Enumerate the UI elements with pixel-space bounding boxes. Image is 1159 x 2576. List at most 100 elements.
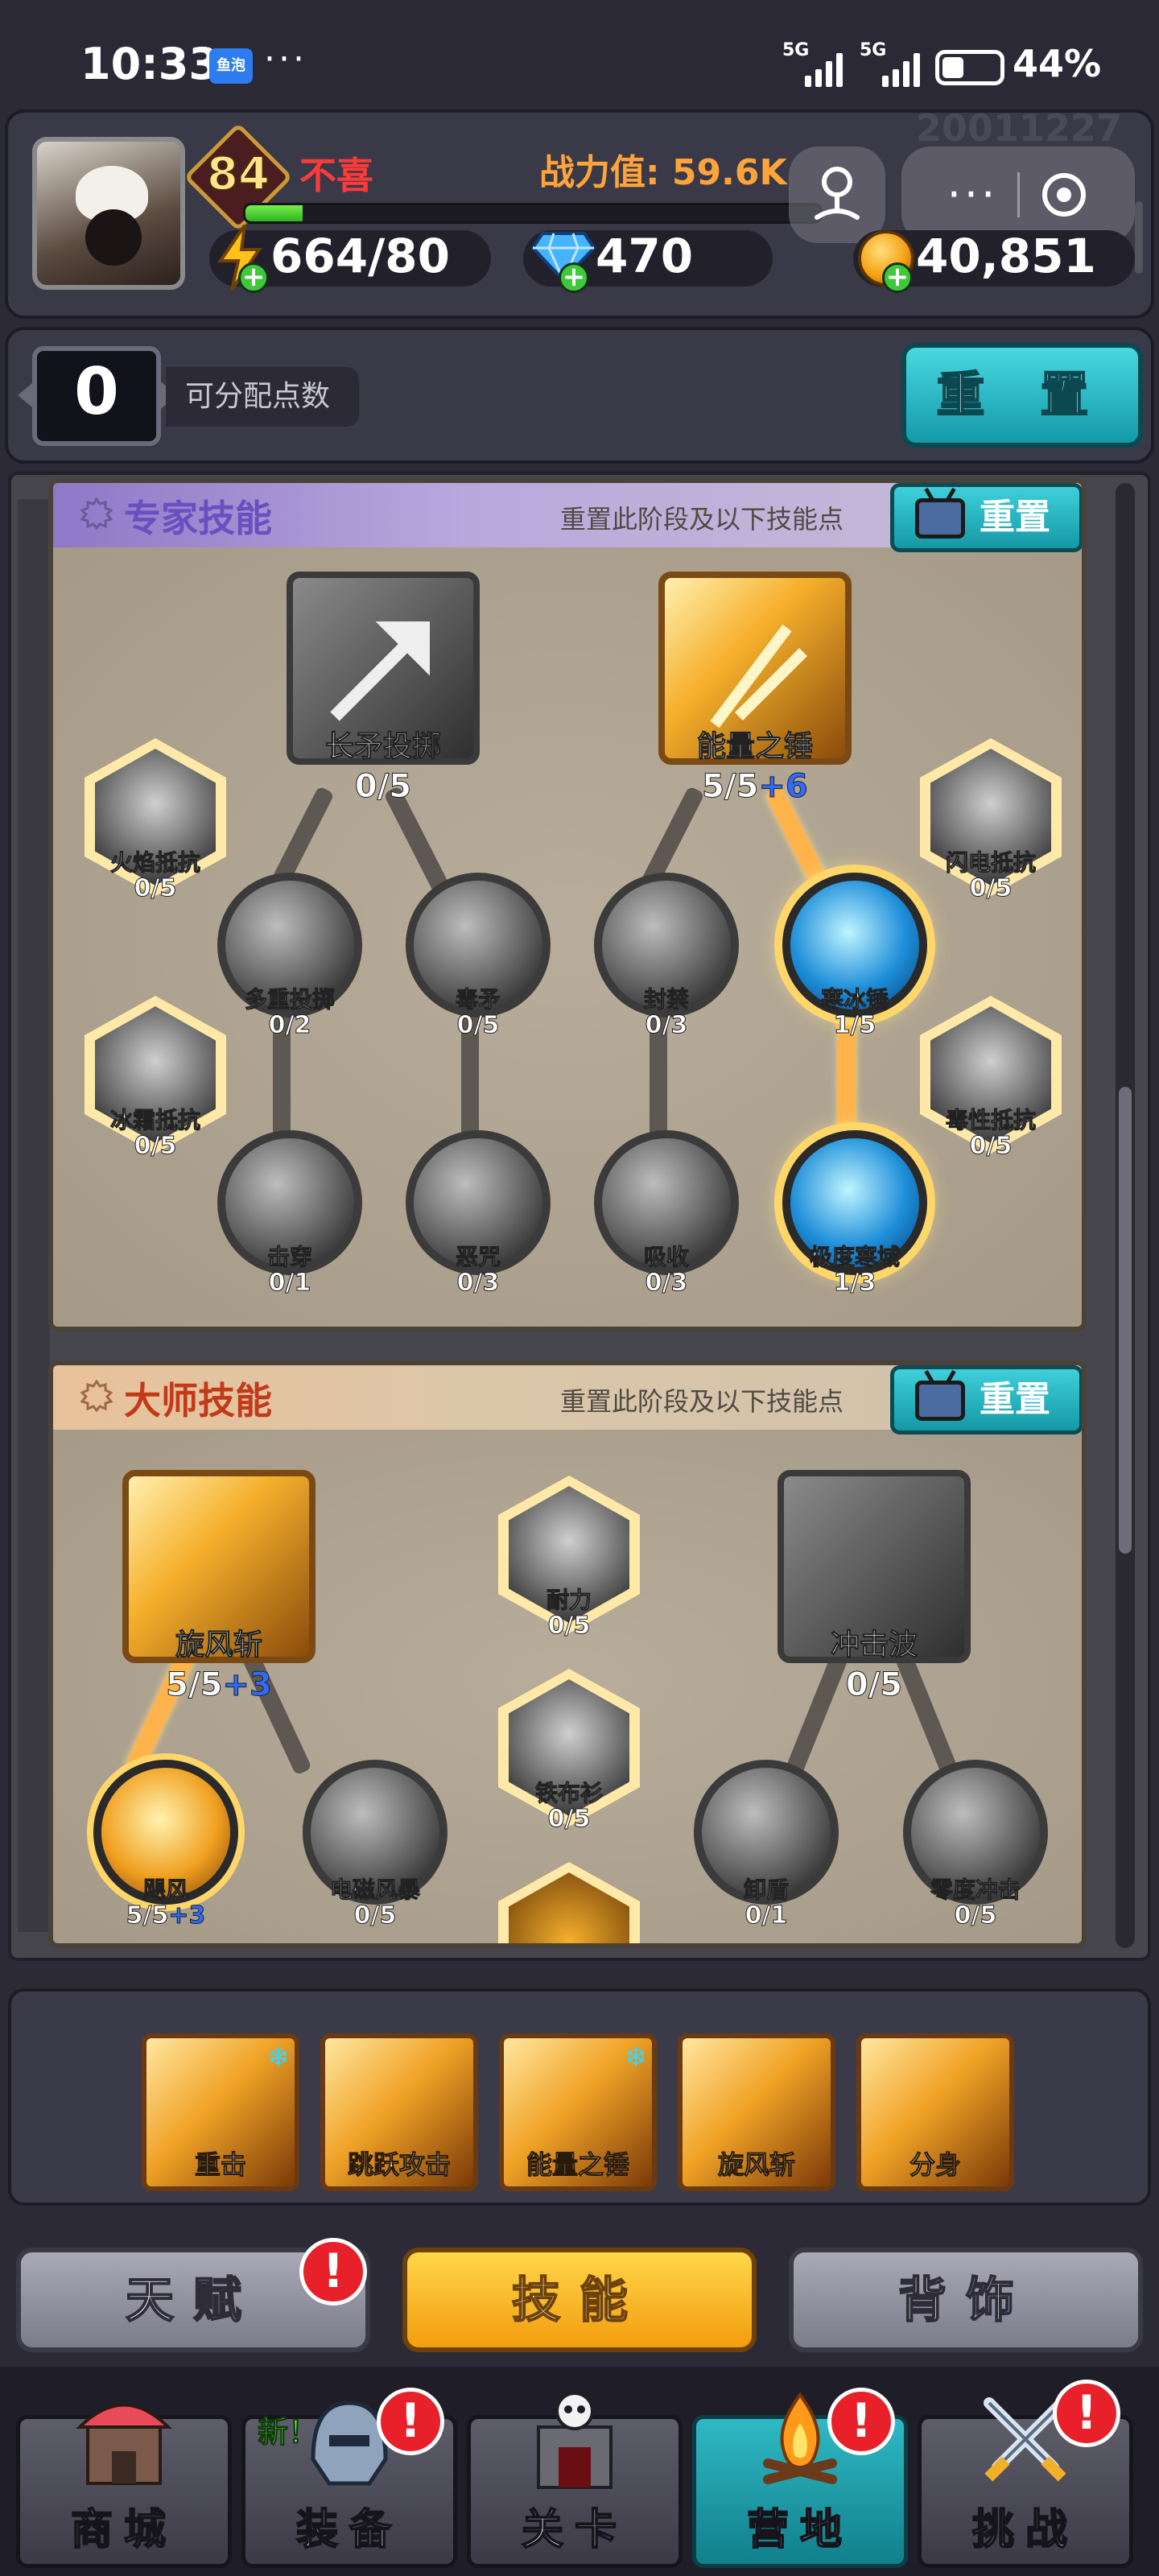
node-count: 0/3	[645, 1269, 688, 1298]
tree-left-edge	[18, 499, 50, 1932]
node-label: 封禁	[643, 986, 689, 1013]
tab-accessory[interactable]: 背饰	[789, 2248, 1143, 2352]
tv-ad-icon	[915, 498, 965, 539]
skill-node-lightning-resist[interactable]: 闪电抵抗 0/5	[920, 738, 1062, 903]
skull-gate-icon	[471, 2387, 678, 2491]
skill-node-unload-shield[interactable]: 卸盾 0/1	[694, 1760, 839, 1930]
skill-node-pierce[interactable]: 击穿 0/1	[217, 1130, 362, 1298]
player-id: 20011227	[916, 106, 1123, 150]
expert-section-title: 专家技能	[124, 497, 272, 540]
add-energy-icon[interactable]: +	[238, 262, 269, 293]
clock: 10:33	[80, 39, 219, 89]
node-label: 耐力	[546, 1587, 592, 1614]
xp-bar-fill	[245, 205, 303, 221]
skill-node-poison-spear[interactable]: 毒矛 0/5	[406, 873, 551, 1040]
node-label: 毒矛	[455, 986, 501, 1013]
app-badge: 鱼泡	[209, 48, 253, 84]
expert-reset-button[interactable]: 重置	[890, 483, 1082, 552]
skill-node-shockwave[interactable]: 冲击波 0/5	[777, 1470, 971, 1704]
node-count: 0/1	[744, 1901, 788, 1930]
nav-stage[interactable]: 关卡	[467, 2392, 683, 2568]
skill-node-fire-resist[interactable]: 火焰抵抗 0/5	[85, 738, 226, 903]
equipped-slot-1[interactable]: ❄ 重击	[142, 2033, 299, 2191]
skill-node-zero-impact[interactable]: 零度冲击 0/5	[903, 1760, 1048, 1930]
joystick-button[interactable]	[789, 147, 885, 243]
joystick-icon	[815, 167, 860, 220]
skill-node-iron-shirt[interactable]: 铁布衫 0/5	[498, 1669, 640, 1834]
add-gold-icon[interactable]: +	[882, 262, 913, 293]
node-count: 0/5	[547, 1612, 591, 1641]
node-label: 飓风	[142, 1876, 188, 1904]
node-count: 0/5	[954, 1901, 997, 1930]
equipped-label: 重击	[194, 2149, 246, 2181]
skill-node-absorb[interactable]: 吸收 0/3	[594, 1130, 739, 1298]
expert-skills-section: 专家技能 重置此阶段及以下技能点 重置 长矛投掷 0/5 能量之锤 5/5+6 …	[48, 478, 1087, 1331]
tab-skill[interactable]: 技能	[402, 2248, 757, 2352]
equipped-slot-3[interactable]: ❄ 能量之锤	[499, 2033, 657, 2191]
reset-all-button[interactable]: 重 置	[901, 343, 1143, 448]
skill-node-curse[interactable]: 恶咒 0/3	[406, 1130, 551, 1298]
master-section-header: 大师技能 重置此阶段及以下技能点 重置	[53, 1365, 1082, 1435]
add-gem-icon[interactable]: +	[559, 262, 589, 293]
node-count: 5/5+6	[702, 768, 809, 806]
master-skills-section: 大师技能 重置此阶段及以下技能点 重置 旋风斩 5/5+3 耐力 0/5 冲击波…	[48, 1360, 1087, 1948]
nav-label: 挑战	[971, 2505, 1079, 2555]
nav-label: 营地	[746, 2505, 853, 2555]
node-label: 长矛投掷	[324, 730, 441, 764]
skill-node-endurance[interactable]: 耐力 0/5	[498, 1476, 640, 1641]
master-section-title: 大师技能	[124, 1379, 272, 1422]
skill-node-frost-hammer[interactable]: 寒冰锤 1/5	[782, 873, 927, 1040]
node-count: 0/2	[268, 1011, 311, 1040]
node-count: 5/5+3	[166, 1666, 273, 1704]
more-dots-icon: ···	[264, 39, 307, 80]
scrollbar-thumb[interactable]	[1119, 1087, 1132, 1554]
new-tag: 新！	[257, 2414, 320, 2450]
gear-icon	[80, 1380, 113, 1412]
camp-alert-icon: !	[827, 2388, 895, 2455]
skill-node-whirlwind[interactable]: 旋风斩 5/5+3	[122, 1470, 316, 1704]
skill-node-spear[interactable]: 长矛投掷 0/5	[287, 572, 480, 806]
node-label: 零度冲击	[930, 1876, 1021, 1904]
node-count: 1/3	[833, 1269, 876, 1298]
node-label: 铁布衫	[534, 1780, 603, 1807]
skill-node-multi-spear[interactable]: 多重投掷 0/2	[217, 873, 362, 1040]
skill-node-hammer[interactable]: 能量之锤 5/5+6	[658, 572, 852, 806]
node-count: 0/5	[845, 1666, 903, 1704]
skill-node-extreme-cold[interactable]: 极度寒域 1/3	[782, 1130, 927, 1298]
equipped-slot-2[interactable]: 跳跃攻击	[320, 2033, 478, 2191]
menu-dots-icon[interactable]: ···	[929, 173, 1017, 217]
equipped-slot-5[interactable]: 分身	[856, 2033, 1014, 2191]
nav-shop[interactable]: 商城	[16, 2403, 232, 2568]
skill-node-em-storm[interactable]: 电磁风暴 0/5	[303, 1760, 448, 1930]
node-label: 极度寒域	[809, 1244, 900, 1271]
master-section-hint: 重置此阶段及以下技能点	[560, 1386, 844, 1417]
nav-label: 关卡	[521, 2505, 628, 2555]
avatar[interactable]	[32, 137, 185, 290]
battery-icon	[935, 50, 1004, 85]
points-value: 0	[74, 354, 119, 429]
node-count: 0/5	[354, 768, 412, 806]
close-target-icon[interactable]	[1020, 171, 1108, 219]
node-count: 0/5	[456, 1011, 500, 1040]
node-label: 旋风斩	[175, 1629, 262, 1662]
nav-label: 装备	[295, 2505, 402, 2555]
node-count: 5/5+3	[126, 1901, 206, 1930]
equip-alert-icon: !	[377, 2388, 444, 2455]
node-count: 0/5	[353, 1901, 397, 1930]
expert-section-hint: 重置此阶段及以下技能点	[560, 504, 844, 535]
node-label: 卸盾	[743, 1876, 789, 1904]
expert-reset-label: 重置	[980, 497, 1050, 538]
master-reset-button[interactable]: 重置	[890, 1365, 1082, 1435]
node-count: 0/3	[456, 1269, 500, 1298]
signal-icon-1	[805, 52, 843, 87]
node-label: 寒冰锤	[820, 986, 889, 1013]
skill-node-partial[interactable]	[498, 1862, 640, 1943]
combat-power: 战力值: 59.6K	[539, 152, 787, 193]
skill-node-seal[interactable]: 封禁 0/3	[594, 873, 739, 1040]
node-count: 0/3	[645, 1011, 688, 1040]
node-label: 多重投掷	[244, 986, 335, 1013]
equipped-slot-4[interactable]: 旋风斩	[678, 2033, 835, 2191]
node-label: 恶咒	[455, 1244, 501, 1271]
level-number: 84	[206, 147, 270, 201]
skill-node-hurricane[interactable]: 飓风 5/5+3	[93, 1760, 238, 1930]
